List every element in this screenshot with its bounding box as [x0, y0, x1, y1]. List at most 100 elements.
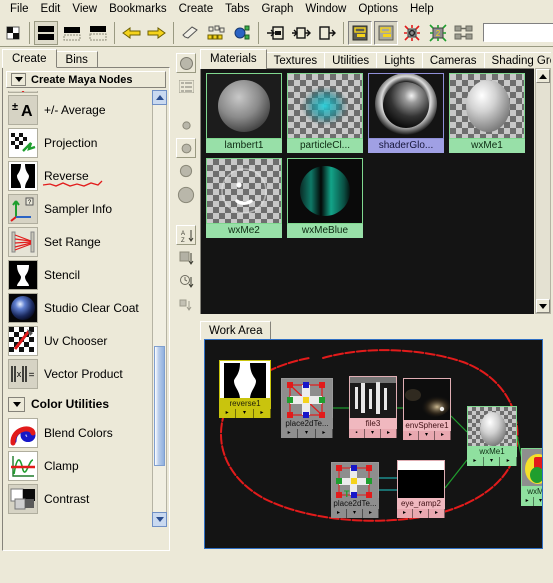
- show-upstream-icon[interactable]: [348, 20, 372, 45]
- menu-bookmarks[interactable]: Bookmarks: [103, 1, 173, 18]
- clear-graph-icon[interactable]: [178, 21, 202, 45]
- swatch-particleCloud[interactable]: particleCl...: [287, 73, 363, 153]
- collapse-node-icon[interactable]: 2: [426, 21, 450, 45]
- materials-swatch-canvas[interactable]: lambert1 particleCl... shaderGlo... wxMe…: [200, 68, 534, 314]
- projection-icon: [8, 127, 38, 158]
- work-area-canvas[interactable]: reverse1 ▸ ▾ ▸ place2dTe... ▸ ▾ ▸ file3 …: [204, 339, 543, 549]
- node-list-scroll-region[interactable]: ± A +/- Average Projection Reverse ? Sam…: [6, 91, 168, 526]
- swatch-wxMe1[interactable]: wxMe1: [449, 73, 525, 153]
- tab-work-area[interactable]: Work Area: [200, 321, 272, 340]
- graph-node-file3[interactable]: file3 ▪ ▾ ▸: [349, 376, 397, 438]
- list-view-icon[interactable]: [176, 76, 196, 96]
- node-list-scrollbar[interactable]: [152, 90, 167, 527]
- large-swatch-icon[interactable]: [176, 53, 196, 73]
- node-ports[interactable]: ▪ ▾ ▸: [349, 429, 397, 438]
- scroll-down-button[interactable]: [152, 512, 167, 527]
- swatch-shaderGlow[interactable]: shaderGlo...: [368, 73, 444, 153]
- sort-reverse-icon[interactable]: [176, 294, 196, 314]
- menu-options[interactable]: Options: [352, 1, 404, 18]
- list-item-reverse[interactable]: Reverse: [6, 159, 154, 192]
- list-item-contrast[interactable]: Contrast: [6, 482, 154, 515]
- browser-scroll-up-button[interactable]: [536, 69, 550, 83]
- rearrange-graph-icon[interactable]: [204, 21, 228, 45]
- sort-alphabetical-icon[interactable]: A Z: [176, 225, 196, 245]
- graph-node-eye-ramp2[interactable]: eye_ramp2 ▸ ▾ ▸: [397, 460, 445, 518]
- sort-by-time-icon[interactable]: [176, 271, 196, 291]
- layout-both-icon[interactable]: [34, 20, 58, 45]
- menu-bar: File Edit View Bookmarks Create Tabs Gra…: [0, 0, 553, 19]
- list-item-studio-clear-coat[interactable]: Studio Clear Coat: [6, 291, 154, 324]
- small-swatch-icon[interactable]: [176, 138, 196, 158]
- tab-cameras[interactable]: Cameras: [421, 52, 485, 69]
- list-item-blend-colors[interactable]: Blend Colors: [6, 416, 154, 449]
- remove-unselected-icon[interactable]: [452, 21, 476, 45]
- graph-node-wxme-edge[interactable]: wxMe... ▸▾▸: [521, 448, 542, 506]
- menu-create[interactable]: Create: [173, 1, 220, 18]
- studio-clear-coat-icon: [8, 292, 38, 323]
- list-item-clamp[interactable]: Clamp: [6, 449, 154, 482]
- tab-shading-groups[interactable]: Shading Grc: [483, 52, 551, 69]
- search-input[interactable]: [483, 23, 553, 42]
- toolbar-separator: [114, 21, 115, 44]
- node-ports[interactable]: ▸▾▸: [281, 429, 333, 438]
- graph-node-reverse1[interactable]: reverse1 ▸ ▾ ▸: [219, 360, 271, 418]
- swatch-lambert1[interactable]: lambert1: [206, 73, 282, 153]
- node-ports[interactable]: ▸▾▸: [467, 457, 518, 466]
- list-item-sampler-info[interactable]: ? Sampler Info: [6, 192, 154, 225]
- forward-arrow-icon[interactable]: [145, 21, 169, 45]
- list-item-label: Reverse: [42, 169, 103, 187]
- tab-lights[interactable]: Lights: [376, 52, 423, 69]
- layout-bottom-icon[interactable]: [86, 21, 110, 45]
- node-ports[interactable]: ▸▾▸: [397, 509, 445, 518]
- list-item-uv-chooser[interactable]: Uv Chooser: [6, 324, 154, 357]
- layout-top-icon[interactable]: [60, 21, 84, 45]
- expand-node-icon[interactable]: [400, 21, 424, 45]
- graph-node-place2dtexture-2[interactable]: T place2dTe... ▸ ▾ ▸: [331, 462, 379, 518]
- menu-help[interactable]: Help: [404, 1, 440, 18]
- input-connections-icon[interactable]: [263, 21, 287, 45]
- node-ports[interactable]: ▸▾▸: [403, 431, 451, 440]
- node-ports[interactable]: ▸▾▸: [331, 509, 379, 518]
- list-item-vector-product[interactable]: x = Vector Product: [6, 357, 154, 390]
- menu-view[interactable]: View: [66, 1, 103, 18]
- menu-window[interactable]: Window: [299, 1, 352, 18]
- show-downstream-icon[interactable]: [374, 20, 398, 45]
- output-connections-icon[interactable]: [315, 21, 339, 45]
- tab-create[interactable]: Create: [2, 49, 57, 68]
- scrollbar-thumb[interactable]: [154, 346, 165, 466]
- browser-scroll-down-button[interactable]: [536, 299, 550, 313]
- browser-scrollbar[interactable]: [535, 68, 551, 314]
- swatch-options-strip: A Z: [172, 47, 200, 553]
- menu-edit[interactable]: Edit: [35, 1, 67, 18]
- tab-bins[interactable]: Bins: [55, 51, 98, 68]
- scroll-up-button[interactable]: [152, 90, 167, 105]
- medium-swatch-icon[interactable]: [176, 161, 196, 181]
- chevron-down-icon: [11, 73, 26, 86]
- swatch-wxMeBlue[interactable]: wxMeBlue: [287, 158, 363, 238]
- large-swatch-2-icon[interactable]: [176, 184, 196, 206]
- node-ports[interactable]: ▸▾▸: [521, 497, 542, 506]
- sort-by-type-icon[interactable]: [176, 248, 196, 268]
- tab-materials[interactable]: Materials: [200, 49, 267, 69]
- list-item-stencil[interactable]: Stencil: [6, 258, 154, 291]
- menu-graph[interactable]: Graph: [255, 1, 299, 18]
- group-header-color-utilities[interactable]: Color Utilities: [6, 394, 154, 414]
- menu-tabs[interactable]: Tabs: [219, 1, 255, 18]
- swatch-wxMe2[interactable]: wxMe2: [206, 158, 282, 238]
- graph-network-icon[interactable]: [230, 21, 254, 45]
- list-item-plus-minus-average[interactable]: ± A +/- Average: [6, 93, 154, 126]
- tiny-swatch-icon[interactable]: [176, 115, 196, 135]
- create-maya-nodes-header[interactable]: Create Maya Nodes: [6, 71, 166, 88]
- list-item-projection[interactable]: Projection: [6, 126, 154, 159]
- back-arrow-icon[interactable]: [119, 21, 143, 45]
- node-ports[interactable]: ▸▾▸: [219, 409, 271, 418]
- graph-node-place2dtexture-1[interactable]: place2dTe... ▸ ▾ ▸: [281, 378, 333, 438]
- tab-utilities[interactable]: Utilities: [324, 52, 378, 69]
- input-output-connections-icon[interactable]: [289, 21, 313, 45]
- tab-textures[interactable]: Textures: [265, 52, 326, 69]
- list-item-set-range[interactable]: Set Range: [6, 225, 154, 258]
- graph-node-wxme1[interactable]: wxMe1 ▸ ▾ ▸: [467, 406, 518, 466]
- menu-file[interactable]: File: [4, 1, 35, 18]
- toggle-swatch-icon[interactable]: [1, 21, 25, 45]
- graph-node-envsphere1[interactable]: envSphere1 ▸ ▾ ▸: [403, 378, 451, 440]
